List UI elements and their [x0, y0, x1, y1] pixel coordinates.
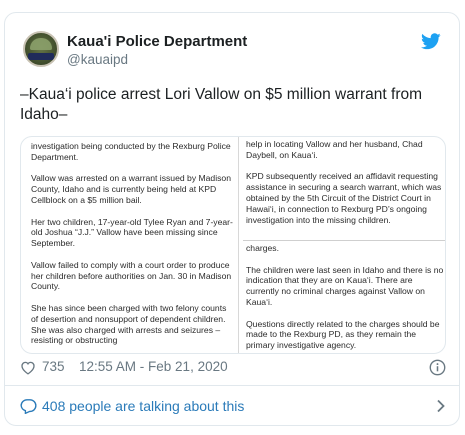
speech-bubble-icon: [20, 399, 37, 414]
info-icon[interactable]: [429, 359, 446, 376]
account-name[interactable]: Kaua'i Police Department: [67, 33, 247, 50]
document-right-column-top: help in locating Vallow and her husband,…: [246, 139, 445, 236]
chevron-right-icon[interactable]: [436, 399, 446, 413]
avatar[interactable]: [23, 31, 59, 67]
badge-band: [28, 53, 54, 60]
doc-paragraph: Vallow was arrested on a warrant issued …: [31, 173, 231, 205]
conversation-link[interactable]: 408 people are talking about this: [20, 396, 446, 418]
doc-paragraph: help in locating Vallow and her husband,…: [246, 139, 423, 160]
doc-paragraph: Vallow failed to comply with a court ord…: [31, 259, 232, 292]
doc-paragraph: Her two children, 17-year-old Tylee Ryan…: [31, 216, 233, 249]
tweet-meta: 735 12:55 AM - Feb 21, 2020: [20, 358, 446, 378]
twitter-bird-icon[interactable]: [421, 33, 441, 50]
document-page-break: [243, 240, 445, 241]
tweet-media-image[interactable]: investigation being conducted by the Rex…: [20, 136, 446, 354]
doc-paragraph: investigation being conducted by the Rex…: [31, 141, 231, 162]
badge-emblem: [30, 38, 52, 50]
tweet-timestamp[interactable]: 12:55 AM - Feb 21, 2020: [79, 359, 228, 374]
document-left-column: investigation being conducted by the Rex…: [31, 141, 234, 353]
embedded-tweet-card[interactable]: Kaua'i Police Department @kauaipd –Kaua‘…: [4, 12, 460, 426]
doc-paragraph: She has since been charged with two felo…: [31, 302, 227, 346]
doc-paragraph: KPD subsequently received an affidavit r…: [246, 171, 442, 225]
document-column-divider: [238, 137, 239, 353]
tweet-header: Kaua'i Police Department @kauaipd: [5, 13, 459, 83]
doc-paragraph: charges.: [246, 243, 279, 253]
tweet-text: –Kaua‘i police arrest Lori Vallow on $5 …: [20, 86, 423, 123]
conversation-count[interactable]: 408 people are talking about this: [42, 398, 244, 414]
doc-paragraph: Questions directly related to the charge…: [246, 318, 440, 351]
account-handle[interactable]: @kauaipd: [67, 52, 128, 67]
heart-icon[interactable]: [20, 360, 36, 375]
like-count[interactable]: 735: [42, 359, 65, 374]
doc-paragraph: The children were last seen in Idaho and…: [246, 264, 444, 307]
document-right-column-bottom: charges. The children were last seen in …: [246, 243, 445, 353]
footer-divider: [5, 385, 459, 386]
